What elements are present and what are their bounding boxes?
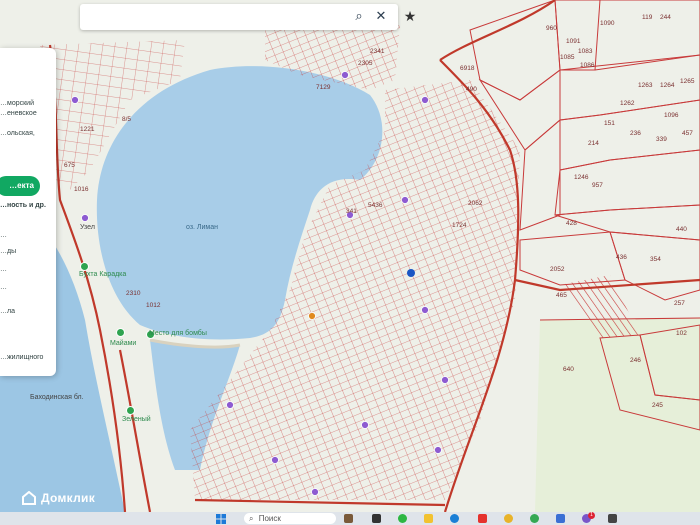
parcel-label: 2062 <box>468 200 483 207</box>
taskbar-search-label: Поиск <box>258 514 281 523</box>
parcel-label: 1724 <box>452 222 467 229</box>
parcel-label: 1096 <box>664 112 679 119</box>
parcel-label: 465 <box>556 292 567 299</box>
parcel-label: 151 <box>604 120 615 127</box>
star-icon[interactable]: ★ <box>401 8 419 26</box>
parcel-label: 2310 <box>126 290 141 297</box>
object-button-label: …екта <box>9 181 34 190</box>
map-screen: оз. Лиман Бухта Карадка Место для бомбы … <box>0 0 700 512</box>
parcel-label: 1016 <box>74 186 89 193</box>
poi-beach-icon[interactable] <box>116 328 125 337</box>
label-beach1: Майами <box>110 340 137 347</box>
address-line: …ольская, <box>0 130 35 137</box>
side-item[interactable]: …жилищного <box>0 354 43 361</box>
parcel-label: 8/5 <box>122 116 132 123</box>
parcel-label: 1264 <box>660 82 675 89</box>
chrome-alt-icon[interactable] <box>530 514 539 523</box>
parcel-label: 1085 <box>560 54 575 61</box>
task-view-icon[interactable] <box>372 514 381 523</box>
notification-badge: 1 <box>588 512 595 519</box>
domclick-mark-icon <box>22 491 36 505</box>
parcel-label: 1091 <box>566 38 581 45</box>
parcel-label: 7129 <box>316 84 331 91</box>
taskbar: ⌕ Поиск 1 <box>0 512 700 525</box>
parcel-label: 341 <box>346 208 357 215</box>
edge-icon[interactable] <box>450 514 459 523</box>
cadastral-map[interactable] <box>0 0 700 512</box>
windows-start-icon[interactable] <box>216 514 226 524</box>
parcel-label: 5436 <box>368 202 383 209</box>
widget-icon[interactable] <box>344 514 353 523</box>
side-item[interactable]: … <box>0 266 7 273</box>
parcel-label: 339 <box>656 136 667 143</box>
parcel-label: 1263 <box>638 82 653 89</box>
info-panel: …морский …еневское …ольская, …екта …ност… <box>0 48 56 376</box>
yandex-icon[interactable] <box>478 514 487 523</box>
whatsapp-icon[interactable] <box>398 514 407 523</box>
parcel-label: 2305 <box>358 60 373 67</box>
label-lake: оз. Лиман <box>186 224 218 231</box>
parcel-label: 1090 <box>600 20 615 27</box>
app-icon[interactable] <box>556 514 565 523</box>
parcel-label: 1262 <box>620 100 635 107</box>
label-beach3: Зеленый <box>122 416 151 423</box>
parcel-label: 1012 <box>146 302 161 309</box>
parcel-label: 102 <box>676 330 687 337</box>
parcel-label: 1086 <box>580 62 595 69</box>
location-marker[interactable] <box>407 269 415 277</box>
tray-icon[interactable] <box>608 514 617 523</box>
side-item[interactable]: …ла <box>0 308 15 315</box>
parcel-label: 490 <box>466 86 477 93</box>
side-item[interactable]: … <box>0 284 7 291</box>
search-icon: ⌕ <box>249 514 254 523</box>
parcel-label: 257 <box>674 300 685 307</box>
side-item[interactable]: … <box>0 232 7 239</box>
poi-beach3-icon[interactable] <box>126 406 135 415</box>
parcel-label: 2341 <box>370 48 385 55</box>
label-beach2: Баходинская бл. <box>30 394 84 401</box>
object-button[interactable]: …екта <box>0 176 40 196</box>
parcel-label: 214 <box>588 140 599 147</box>
taskbar-search[interactable]: ⌕ Поиск <box>244 513 336 524</box>
close-icon[interactable]: ✕ <box>372 8 390 26</box>
poi-bay-icon[interactable] <box>80 262 89 271</box>
parcel-label: 2052 <box>550 266 565 273</box>
parcel-label: 1083 <box>578 48 593 55</box>
panel-subtitle: …ность и др. <box>0 202 46 209</box>
parcel-label: 457 <box>682 130 693 137</box>
parcel-label: 1246 <box>574 174 589 181</box>
parcel-label: 436 <box>616 254 627 261</box>
search-bar[interactable]: ⌕ ✕ <box>80 4 398 30</box>
parcel-label: 440 <box>676 226 687 233</box>
folder-icon[interactable] <box>424 514 433 523</box>
address-line: …еневское <box>0 110 37 117</box>
brand-name: Домклик <box>41 491 96 505</box>
label-landing: Место для бомбы <box>149 330 207 337</box>
search-icon[interactable]: ⌕ <box>350 8 368 26</box>
parcel-label: 1265 <box>680 78 695 85</box>
label-bay: Бухта Карадка <box>79 271 127 278</box>
domclick-logo: Домклик <box>22 490 95 506</box>
parcel-label: 6918 <box>460 65 475 72</box>
parcel-label: 640 <box>563 366 574 373</box>
parcel-label: 1221 <box>80 126 95 133</box>
side-item[interactable]: …ды <box>0 248 16 255</box>
parcel-label: 119 <box>642 14 653 21</box>
parcel-label: 957 <box>592 182 603 189</box>
parcel-label: 246 <box>630 357 641 364</box>
parcel-label: 428 <box>566 220 577 227</box>
parcel-label: 236 <box>630 130 641 137</box>
label-uzel: Узел <box>80 224 95 231</box>
parcel-label: 244 <box>660 14 671 21</box>
orange-poi[interactable] <box>308 312 316 320</box>
parcel-label: 960 <box>546 25 557 32</box>
field-area <box>535 318 700 512</box>
chrome-icon[interactable] <box>504 514 513 523</box>
parcel-label: 245 <box>652 402 663 409</box>
parcel-label: 675 <box>64 162 75 169</box>
address-line: …морский <box>0 100 34 107</box>
parcel-label: 354 <box>650 256 661 263</box>
